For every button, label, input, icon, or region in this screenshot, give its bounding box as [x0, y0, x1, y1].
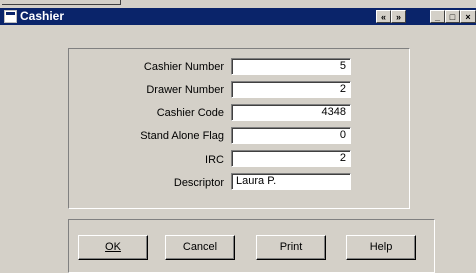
cashier-number-label: Cashier Number	[143, 61, 224, 73]
ok-button-label: OK	[105, 241, 121, 253]
window-title: Cashier	[20, 9, 65, 23]
cashier-number-field[interactable]: 5	[231, 58, 351, 75]
drawer-number-field[interactable]: 2	[231, 81, 351, 98]
help-button-label: Help	[369, 241, 393, 253]
maximize-button[interactable]: □	[445, 10, 460, 23]
cashier-window: Cashier « » _ □ × Cashier Number 5 Drawe…	[0, 8, 476, 273]
title-bar[interactable]: Cashier « » _ □ ×	[0, 8, 476, 25]
stand-alone-flag-field[interactable]: 0	[231, 127, 351, 144]
cashier-code-label: Cashier Code	[156, 107, 224, 119]
descriptor-label: Descriptor	[173, 177, 224, 189]
cancel-button-label: Cancel	[182, 241, 218, 253]
ok-button[interactable]: OK	[78, 235, 148, 260]
drawer-number-label: Drawer Number	[146, 84, 224, 96]
cancel-button[interactable]: Cancel	[165, 235, 235, 260]
close-button[interactable]: ×	[460, 10, 476, 23]
stand-alone-flag-label: Stand Alone Flag	[140, 130, 224, 142]
cashier-code-field[interactable]: 4348	[231, 104, 351, 121]
minimize-button[interactable]: _	[430, 10, 445, 23]
irc-label: IRC	[205, 154, 224, 166]
next-record-button[interactable]: »	[391, 10, 406, 23]
help-button[interactable]: Help	[346, 235, 416, 260]
descriptor-field[interactable]: Laura P.	[231, 173, 351, 190]
irc-field[interactable]: 2	[231, 150, 351, 167]
print-button-label: Print	[279, 241, 303, 253]
window-icon[interactable]	[4, 10, 17, 23]
print-button[interactable]: Print	[256, 235, 326, 260]
background-window-frame	[2, 0, 121, 5]
previous-record-button[interactable]: «	[376, 10, 391, 23]
